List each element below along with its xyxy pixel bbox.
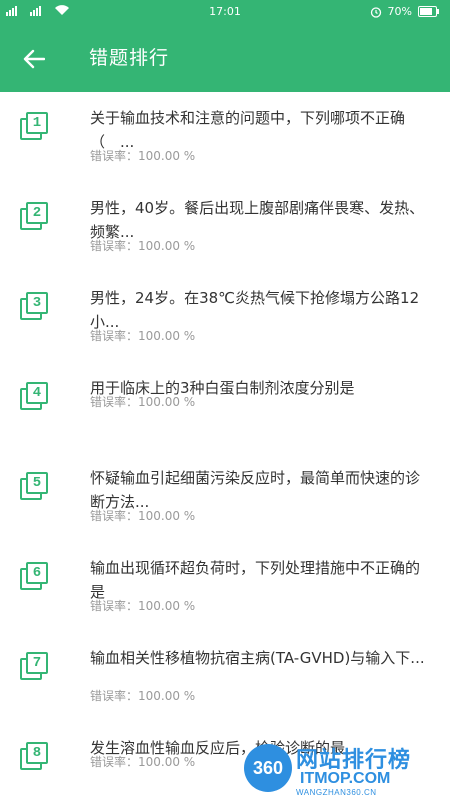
question-text: 怀疑输血引起细菌污染反应时，最简单而快速的诊断方法... [90,469,421,511]
rank-badge-icon: 8 [20,742,50,772]
page-title: 错题排行 [89,47,170,69]
rank-badge-icon: 3 [20,292,50,322]
status-icons-right: 70% [370,5,440,18]
battery-percent: 70% [387,5,412,18]
question-text: 男性，40岁。餐后出现上腹部剧痛伴畏寒、发热、频繁... [90,199,425,241]
question-text: 输血相关性移植物抗宿主病(TA-GVHD)与输入下... [90,649,425,667]
error-rate: 错误率：100.00 % [90,395,196,409]
rank-number: 8 [26,742,48,764]
list-item[interactable]: 4 用于临床上的3种白蛋白制剂浓度分别是 错误率：100.00 % [0,362,450,452]
app-bar: 错题排行 [0,24,450,92]
watermark-logo: 360 [244,744,292,792]
watermark-url: WANGZHAN360.CN [296,788,377,797]
question-text: 男性，24岁。在38℃炎热气候下抢修塌方公路12小... [90,289,420,331]
question-text: 输血出现循环超负荷时，下列处理措施中不正确的是 [90,559,421,601]
rank-number: 6 [26,562,48,584]
list-item[interactable]: 5 怀疑输血引起细菌污染反应时，最简单而快速的诊断方法... 错误率：100.0… [0,452,450,542]
alarm-icon [370,6,381,18]
list-item[interactable]: 6 输血出现循环超负荷时，下列处理措施中不正确的是 错误率：100.00 % [0,542,450,632]
rank-number: 1 [26,112,48,134]
rank-badge-icon: 2 [20,202,50,232]
rank-number: 3 [26,292,48,314]
question-text: 关于输血技术和注意的问题中，下列哪项不正确（ ... [90,109,406,151]
error-rate: 错误率：100.00 % [90,239,196,253]
rank-badge-icon: 1 [20,112,50,142]
error-rate: 错误率：100.00 % [90,509,196,523]
error-rate: 错误率：100.00 % [90,329,196,343]
status-bar: 17:01 70% [0,0,450,24]
list-item[interactable]: 7 输血相关性移植物抗宿主病(TA-GVHD)与输入下... 错误率：100.0… [0,632,450,722]
rank-badge-icon: 4 [20,382,50,412]
battery-icon [418,6,439,17]
error-rate: 错误率：100.00 % [90,689,196,703]
watermark: 360 网站排行榜 ITMOP.COM WANGZHAN360.CN [244,738,444,797]
back-button[interactable] [18,43,50,75]
rank-number: 4 [26,382,48,404]
rank-badge-icon: 5 [20,472,50,502]
rank-number: 5 [26,472,48,494]
watermark-domain: ITMOP.COM [300,770,391,787]
rank-badge-icon: 6 [20,562,50,592]
error-rate: 错误率：100.00 % [90,149,196,163]
rank-badge-icon: 7 [20,652,50,682]
list-item[interactable]: 2 男性，40岁。餐后出现上腹部剧痛伴畏寒、发热、频繁... 错误率：100.0… [0,182,450,272]
arrow-left-icon [23,49,45,69]
error-rate: 错误率：100.00 % [90,755,196,769]
rank-number: 2 [26,202,48,224]
rank-number: 7 [26,652,48,674]
list-item[interactable]: 3 男性，24岁。在38℃炎热气候下抢修塌方公路12小... 错误率：100.0… [0,272,450,362]
error-rate: 错误率：100.00 % [90,599,196,613]
list-item[interactable]: 1 关于输血技术和注意的问题中，下列哪项不正确（ ... 错误率：100.00 … [0,92,450,182]
